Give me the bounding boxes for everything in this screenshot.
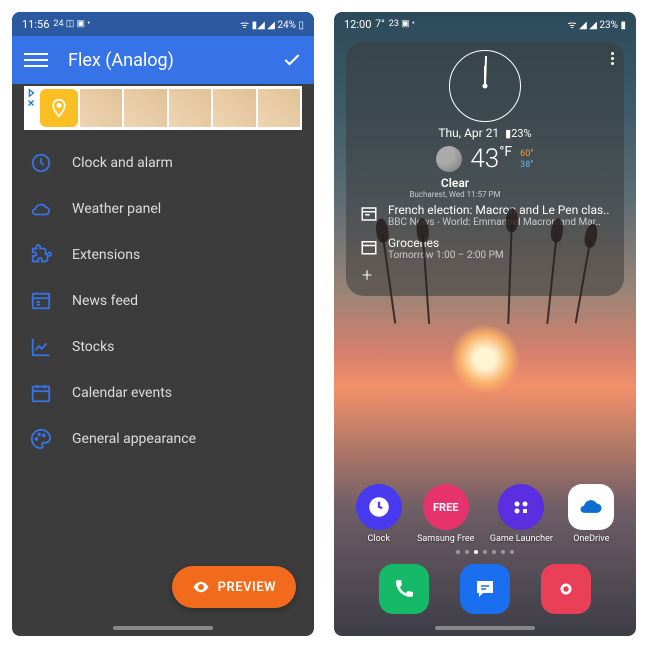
- ad-badge-icon: [26, 88, 38, 108]
- onedrive-icon: [568, 484, 614, 530]
- status-icons-right: ᯤ ▮◢ ◢ 24% ▯: [240, 17, 304, 31]
- status-temp: 7°: [375, 19, 384, 30]
- status-bar: 12:00 7° 23 ▣ • ᯤ ◢ ◢ 23% ▮: [334, 12, 636, 36]
- settings-menu: Clock and alarm Weather panel Extensions…: [12, 136, 314, 636]
- page-title: Flex (Analog): [68, 50, 282, 71]
- menu-label: Extensions: [72, 247, 140, 263]
- status-icons-left: 24 ◫ ▣ •: [53, 19, 90, 29]
- ad-thumbnail: [124, 89, 166, 127]
- calendar-item[interactable]: GroceriesTomorrow 1:00 – 2:00 PM: [360, 232, 610, 265]
- ad-banner[interactable]: [24, 86, 302, 130]
- temperature: 43: [470, 144, 499, 174]
- menu-label: News feed: [72, 293, 138, 309]
- widget-menu-icon[interactable]: [611, 52, 614, 65]
- weather-condition: Clear Bucharest, Wed 11:57 PM: [334, 176, 610, 199]
- app-game-launcher[interactable]: Game Launcher: [490, 484, 553, 544]
- calendar-icon: [360, 238, 378, 256]
- menu-label: Stocks: [72, 339, 114, 355]
- status-time: 11:56: [22, 18, 49, 31]
- game-launcher-icon: [498, 484, 544, 530]
- app-onedrive[interactable]: OneDrive: [568, 484, 614, 544]
- menu-stocks[interactable]: Stocks: [12, 324, 314, 370]
- preview-button[interactable]: PREVIEW: [172, 566, 296, 608]
- date-row: Thu, Apr 21 ▮23%: [360, 126, 610, 140]
- news-icon: [30, 290, 52, 312]
- camera-app[interactable]: [541, 564, 591, 614]
- clock-weather-widget[interactable]: Thu, Apr 21 ▮23% 43°F 60 38 Clear Buchar…: [346, 42, 624, 296]
- ad-thumbnail: [258, 89, 300, 127]
- ad-thumbnail: [80, 89, 122, 127]
- ad-thumbnail: [213, 89, 255, 127]
- minute-hand: [484, 56, 487, 86]
- messages-app[interactable]: [460, 564, 510, 614]
- menu-news[interactable]: News feed: [12, 278, 314, 324]
- menu-label: Calendar events: [72, 385, 172, 401]
- samsung-free-icon: FREE: [423, 484, 469, 530]
- news-item[interactable]: French election: Macron and Le Pen clas.…: [360, 199, 610, 232]
- nav-handle[interactable]: [113, 626, 213, 630]
- status-icons-right: ᯤ ◢ ◢ 23% ▮: [567, 17, 626, 31]
- app-bar: Flex (Analog): [12, 36, 314, 84]
- clock-icon: [30, 152, 52, 174]
- add-button[interactable]: +: [360, 265, 610, 286]
- menu-calendar[interactable]: Calendar events: [12, 370, 314, 416]
- home-screen: 12:00 7° 23 ▣ • ᯤ ◢ ◢ 23% ▮ Thu, Apr 21 …: [334, 12, 636, 636]
- confirm-icon[interactable]: [282, 50, 302, 70]
- menu-extensions[interactable]: Extensions: [12, 232, 314, 278]
- status-bar: 11:56 24 ◫ ▣ • ᯤ ▮◢ ◢ 24% ▯: [12, 12, 314, 36]
- app-row: Clock FREE Samsung Free Game Launcher On…: [334, 484, 636, 544]
- menu-weather[interactable]: Weather panel: [12, 186, 314, 232]
- nav-handle[interactable]: [435, 626, 535, 630]
- wallpaper: [334, 300, 636, 484]
- ad-thumbnail: [169, 89, 211, 127]
- cloud-icon: [30, 198, 52, 220]
- clock-app-icon: [356, 484, 402, 530]
- settings-screen: 11:56 24 ◫ ▣ • ᯤ ▮◢ ◢ 24% ▯ Flex (Analog…: [12, 12, 314, 636]
- app-clock[interactable]: Clock: [356, 484, 402, 544]
- app-samsung-free[interactable]: FREE Samsung Free: [417, 484, 474, 544]
- page-indicator[interactable]: [334, 550, 636, 554]
- analog-clock: [449, 50, 521, 122]
- ad-app-icon: [40, 89, 78, 127]
- menu-label: General appearance: [72, 431, 196, 447]
- sun-graphic: [450, 324, 520, 394]
- calendar-icon: [30, 382, 52, 404]
- weather-row: 43°F 60 38: [360, 144, 610, 174]
- menu-label: Weather panel: [72, 201, 161, 217]
- hamburger-icon[interactable]: [24, 48, 48, 72]
- menu-appearance[interactable]: General appearance: [12, 416, 314, 462]
- chart-icon: [30, 336, 52, 358]
- menu-clock-alarm[interactable]: Clock and alarm: [12, 140, 314, 186]
- menu-label: Clock and alarm: [72, 155, 173, 171]
- puzzle-icon: [30, 244, 52, 266]
- palette-icon: [30, 428, 52, 450]
- news-icon: [360, 205, 378, 223]
- status-icons-left: 23 ▣ •: [389, 19, 415, 29]
- status-time: 12:00: [344, 18, 371, 31]
- hi-lo: 60 38: [520, 149, 534, 170]
- phone-app[interactable]: [379, 564, 429, 614]
- preview-label: PREVIEW: [218, 580, 276, 595]
- eye-icon: [192, 578, 210, 596]
- moon-icon: [436, 146, 462, 172]
